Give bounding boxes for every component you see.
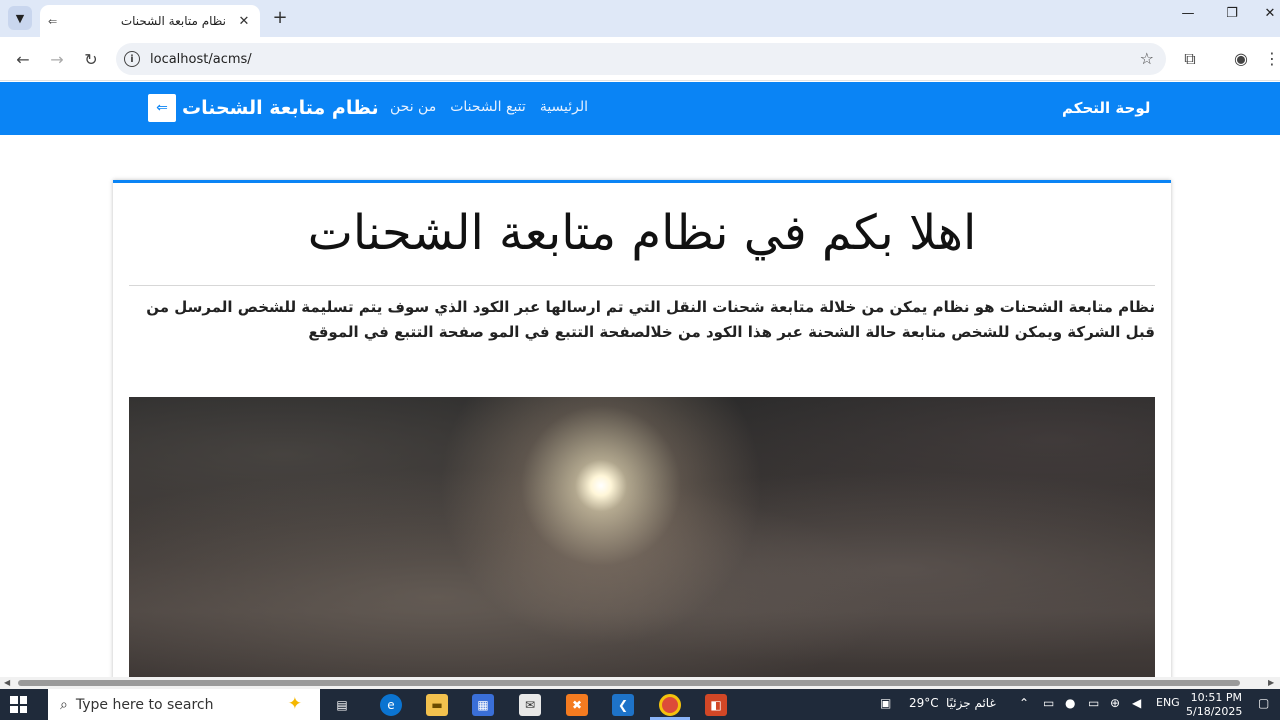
microphone-icon[interactable]: ●	[1065, 696, 1075, 710]
edge-icon[interactable]: e	[380, 694, 402, 716]
volume-icon[interactable]: ◀	[1132, 696, 1141, 710]
battery-icon[interactable]: ▭	[1088, 696, 1099, 710]
browser-toolbar: ← → ↻ i localhost/acms/ ☆ ⧉ ◉ ⋮	[0, 37, 1280, 81]
xampp-icon[interactable]: ✖	[566, 694, 588, 716]
hero-image	[129, 397, 1155, 680]
clock[interactable]: 10:51 PM 5/18/2025	[1186, 691, 1242, 719]
shipping-logo-icon: ⇐	[148, 94, 176, 122]
brand-name: نظام متابعة الشحنات	[182, 97, 379, 119]
chrome-icon[interactable]	[659, 694, 681, 716]
reload-icon[interactable]: ↻	[80, 48, 102, 70]
page-title: اهلا بكم في نظام متابعة الشحنات	[307, 205, 977, 261]
nav-link-tracking[interactable]: تتبع الشحنات	[450, 99, 526, 115]
nav-link-about[interactable]: من نحن	[390, 99, 436, 115]
favicon-icon: ⇐	[48, 14, 58, 28]
mail-icon[interactable]: ✉	[519, 694, 541, 716]
browser-tab-strip: ▼ ⇐ نظام متابعة الشحنات ✕ + — ❐ ✕	[0, 0, 1280, 37]
scroll-left-icon[interactable]: ◀	[4, 678, 10, 687]
tab-title: نظام متابعة الشحنات	[120, 14, 226, 28]
scroll-right-icon[interactable]: ▶	[1268, 678, 1274, 687]
taskbar: ⌕ Type here to search ✦ ▤ e ▬ ▦ ✉ ✖ ❮ ◧ …	[0, 689, 1280, 720]
start-button[interactable]	[10, 696, 27, 713]
clock-date: 5/18/2025	[1186, 705, 1243, 718]
extensions-icon[interactable]: ⧉	[1180, 49, 1200, 69]
copilot-sparkle-icon: ✦	[287, 694, 302, 714]
welcome-card: اهلا بكم في نظام متابعة الشحنات نظام متا…	[113, 180, 1171, 680]
weather-temp[interactable]: 29°C	[909, 696, 939, 710]
horizontal-scrollbar[interactable]: ◀ ▶	[0, 677, 1280, 689]
network-icon[interactable]: ⊕	[1110, 696, 1120, 710]
nav-link-home[interactable]: الرئيسية	[540, 99, 588, 115]
minimize-icon[interactable]: —	[1176, 6, 1200, 21]
restore-icon[interactable]: ❐	[1220, 6, 1244, 21]
browser-tab[interactable]: ⇐ نظام متابعة الشحنات ✕	[40, 5, 260, 37]
menu-icon[interactable]: ⋮	[1262, 49, 1280, 68]
close-window-icon[interactable]: ✕	[1258, 6, 1280, 21]
description-text: نظام متابعة الشحنات هو نظام يمكن من خلال…	[146, 298, 1155, 341]
meet-now-icon[interactable]: ▭	[1043, 696, 1054, 710]
store-icon[interactable]: ▦	[472, 694, 494, 716]
task-view-icon[interactable]: ▤	[331, 694, 353, 716]
address-bar[interactable]: i localhost/acms/ ☆	[116, 43, 1166, 75]
close-tab-icon[interactable]: ✕	[236, 14, 252, 29]
clock-time: 10:51 PM	[1190, 691, 1242, 704]
show-hidden-icons-icon[interactable]: ⌃	[1019, 696, 1029, 710]
nav-link-dashboard[interactable]: لوحة التحكم	[1062, 99, 1150, 117]
new-tab-button[interactable]: +	[270, 7, 290, 28]
back-icon[interactable]: ←	[12, 48, 34, 70]
scrollbar-thumb[interactable]	[18, 680, 1240, 686]
forward-icon[interactable]: →	[46, 48, 68, 70]
divider	[129, 285, 1155, 286]
file-explorer-icon[interactable]: ▬	[426, 694, 448, 716]
search-placeholder: Type here to search	[75, 696, 214, 713]
bookmark-star-icon[interactable]: ☆	[1140, 49, 1154, 68]
site-navbar: ⇐ نظام متابعة الشحنات الرئيسية تتبع الشح…	[0, 82, 1280, 135]
search-icon: ⌕	[60, 696, 68, 713]
site-info-icon[interactable]: i	[124, 51, 140, 67]
nav-links: الرئيسية تتبع الشحنات من نحن	[390, 99, 588, 115]
weather-widget-icon[interactable]: ▣	[880, 696, 891, 710]
vscode-icon[interactable]: ❮	[612, 694, 634, 716]
office-icon[interactable]: ◧	[705, 694, 727, 716]
site-brand[interactable]: ⇐ نظام متابعة الشحنات	[148, 94, 379, 122]
language-indicator[interactable]: ENG	[1156, 696, 1180, 709]
profile-icon[interactable]: ◉	[1231, 49, 1251, 68]
chevron-down-icon: ▼	[15, 11, 25, 25]
url-text: localhost/acms/	[150, 51, 252, 67]
weather-desc[interactable]: غائم جزئيًا	[946, 696, 996, 710]
taskbar-search[interactable]: ⌕ Type here to search ✦	[48, 689, 320, 720]
notifications-icon[interactable]: ▢	[1258, 696, 1269, 710]
tab-search-button[interactable]: ▼	[8, 6, 32, 30]
